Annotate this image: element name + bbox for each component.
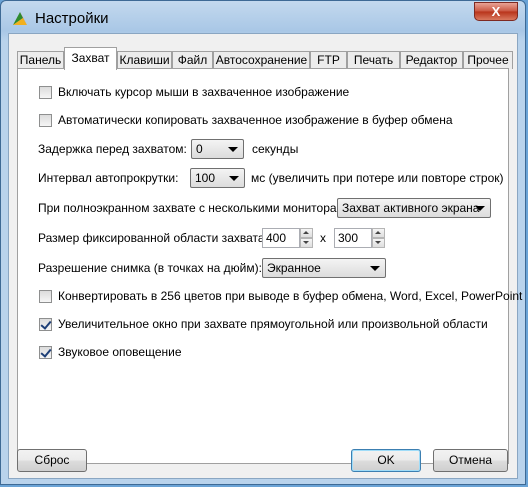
resolution-label: Разрешение снимка (в точках на дюйм): — [38, 261, 262, 275]
multimonitor-value: Захват активного экрана — [342, 201, 480, 215]
chevron-down-icon — [475, 206, 485, 211]
tab-ftp[interactable]: FTP — [310, 51, 347, 69]
cancel-button[interactable]: Отмена — [433, 449, 508, 472]
convert-256-label: Конвертировать в 256 цветов при выводе в… — [58, 289, 523, 303]
include-cursor-option[interactable]: Включать курсор мыши в захваченное изобр… — [39, 82, 349, 102]
auto-copy-label: Автоматически копировать захваченное изо… — [58, 113, 453, 127]
delay-label: Задержка перед захватом: — [38, 142, 187, 156]
include-cursor-checkbox[interactable] — [39, 85, 52, 99]
delay-unit: секунды — [252, 142, 299, 156]
chevron-down-icon — [370, 266, 380, 271]
fixed-width-spinner[interactable] — [300, 228, 313, 248]
tab-file[interactable]: Файл — [172, 51, 213, 69]
tab-autosave[interactable]: Автосохранение — [213, 51, 310, 69]
convert-256-option[interactable]: Конвертировать в 256 цветов при выводе в… — [39, 286, 522, 306]
sound-option[interactable]: Звуковое оповещение — [39, 342, 182, 362]
multimonitor-label: При полноэкранном захвате с несколькими … — [38, 201, 355, 215]
sound-label: Звуковое оповещение — [58, 345, 182, 359]
include-cursor-label: Включать курсор мыши в захваченное изобр… — [58, 85, 350, 99]
tab-panel[interactable]: Панель — [17, 51, 64, 69]
sound-checkbox[interactable] — [39, 345, 52, 359]
autoscroll-select[interactable]: 100 — [190, 168, 245, 188]
fixed-height-spinner[interactable] — [372, 228, 385, 248]
magnifier-option[interactable]: Увеличительное окно при захвате прямоуго… — [39, 314, 488, 334]
autoscroll-label: Интервал автопрокрутки: — [38, 171, 179, 185]
magnifier-checkbox[interactable] — [39, 317, 52, 331]
spin-down-icon[interactable] — [300, 238, 313, 248]
auto-copy-option[interactable]: Автоматически копировать захваченное изо… — [39, 110, 453, 130]
auto-copy-checkbox[interactable] — [39, 113, 52, 127]
multimonitor-select[interactable]: Захват активного экрана — [337, 198, 491, 218]
fixed-height-input[interactable]: 300 — [334, 228, 372, 248]
window-title: Настройки — [35, 10, 109, 27]
delay-value: 0 — [196, 142, 203, 156]
tab-capture[interactable]: Захват — [64, 47, 117, 70]
dialog-body: Панель Захват Клавиши Файл Автосохранени… — [8, 33, 522, 479]
convert-256-checkbox[interactable] — [39, 289, 52, 303]
fixed-width-input[interactable]: 400 — [262, 228, 300, 248]
chevron-down-icon — [229, 176, 239, 181]
fixed-region-separator: x — [320, 231, 326, 245]
tab-editor[interactable]: Редактор — [400, 51, 463, 69]
title-bar[interactable]: Настройки X — [1, 1, 525, 35]
spin-up-icon[interactable] — [372, 228, 385, 238]
fixed-region-label: Размер фиксированной области захвата: — [38, 231, 268, 245]
settings-window: Настройки X Панель Захват Клавиши Файл А… — [0, 0, 526, 485]
chevron-down-icon — [228, 147, 238, 152]
ok-button[interactable]: OK — [351, 449, 421, 472]
autoscroll-value: 100 — [195, 171, 216, 185]
resolution-value: Экранное — [267, 261, 321, 275]
tab-print[interactable]: Печать — [347, 51, 400, 69]
capture-tab-panel: Включать курсор мыши в захваченное изобр… — [17, 68, 522, 464]
spin-up-icon[interactable] — [300, 228, 313, 238]
delay-select[interactable]: 0 — [191, 139, 244, 159]
tab-hotkeys[interactable]: Клавиши — [117, 51, 172, 69]
magnifier-label: Увеличительное окно при захвате прямоуго… — [58, 317, 488, 331]
app-logo-icon — [13, 12, 27, 25]
resolution-select[interactable]: Экранное — [262, 258, 386, 278]
tab-other[interactable]: Прочее — [463, 51, 513, 69]
close-button[interactable]: X — [474, 2, 518, 21]
spin-down-icon[interactable] — [372, 238, 385, 248]
autoscroll-unit: мс (увеличить при потере или повторе стр… — [251, 171, 504, 185]
reset-button[interactable]: Сброс — [17, 449, 87, 472]
